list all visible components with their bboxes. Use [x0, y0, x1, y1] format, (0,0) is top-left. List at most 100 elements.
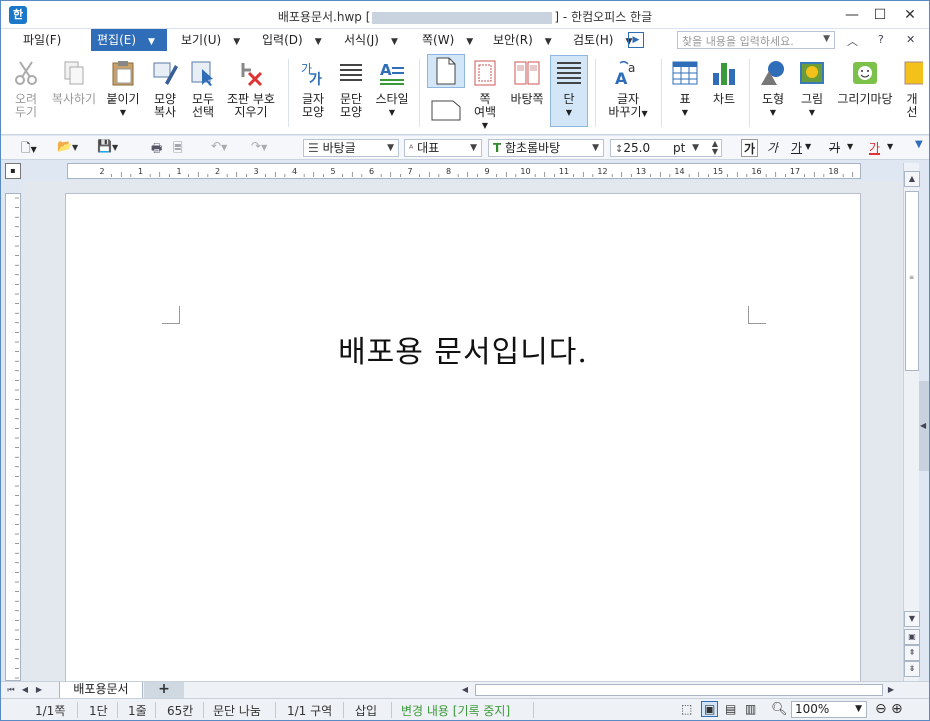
print-icon[interactable]: 🖶 [151, 139, 162, 157]
chart-button[interactable]: 차트 [707, 59, 741, 106]
status-page[interactable]: 1/1쪽 [35, 702, 65, 719]
add-tab-button[interactable]: + [144, 682, 184, 698]
status-track-changes[interactable]: 변경 내용 [기록 중지] [401, 702, 510, 719]
first-tab-icon[interactable]: ⏮ [5, 683, 17, 697]
bold-button[interactable]: 가 [741, 139, 759, 157]
picture-button[interactable]: 그림 ▼ [795, 59, 829, 119]
strike-button[interactable]: 가 [829, 139, 840, 157]
toolbar-more-icon[interactable]: ▼ [915, 139, 923, 157]
status-section[interactable]: 1/1 구역 [287, 702, 332, 719]
hscroll-thumb[interactable] [475, 684, 883, 696]
status-insert-mode[interactable]: 삽입 [355, 702, 377, 719]
cut-button[interactable]: 오려 두기 [9, 59, 43, 119]
char-shape-button[interactable]: 가가 글자 모양 [297, 59, 329, 119]
document-page[interactable]: 배포용 문서입니다. [65, 193, 861, 681]
chevron-down-icon[interactable]: ▼ [847, 142, 853, 160]
save-icon[interactable]: 💾▼ [97, 139, 118, 157]
format-copy-button[interactable]: 모양 복사 [147, 59, 183, 119]
tab-document[interactable]: 배포용문서 [59, 682, 143, 699]
view-normal-icon[interactable]: ⬚ [681, 702, 692, 716]
document-canvas[interactable]: 배포용 문서입니다. [23, 181, 903, 681]
new-doc-icon[interactable]: 🗋▼ [21, 139, 37, 157]
page-orientation-portrait-button[interactable] [427, 54, 465, 88]
zoom-out-icon[interactable]: ⊖ [875, 701, 887, 717]
next-tab-icon[interactable]: ▶ [33, 683, 45, 697]
copy-button[interactable]: 복사하기 [49, 59, 99, 106]
italic-button[interactable]: 가 [767, 139, 778, 157]
side-panel-handle[interactable]: ◀ [919, 381, 929, 471]
object-icon [904, 61, 923, 85]
search-input[interactable]: 찾을 내용을 입력하세요. ▼ [677, 31, 835, 49]
vertical-ruler[interactable] [5, 193, 21, 681]
drawing-market-button[interactable]: 그리기마당 [835, 59, 895, 106]
menu-insert[interactable]: 입력(D) ▼ [262, 29, 322, 51]
language-select[interactable]: ᴬ 대표 ▼ [404, 139, 482, 157]
vertical-scrollbar[interactable]: ▲ ≡ ▼ ▣ ⇞ ⇟ [903, 163, 920, 681]
ribbon-divider [419, 59, 420, 127]
underline-button[interactable]: 가 [791, 139, 802, 157]
clear-symbols-button[interactable]: 조판 부호 지우기 [223, 59, 279, 119]
para-shape-button[interactable]: 문단 모양 [334, 59, 368, 119]
scroll-right-icon[interactable]: ▶ [885, 683, 897, 697]
ruler-tick-label: 8 [446, 167, 451, 176]
table-button[interactable]: 표 ▼ [669, 59, 701, 119]
horizontal-ruler[interactable]: 2 1 1 2 3 4 5 6 7 8 9 10 11 12 13 14 15 16 17 18 [67, 163, 863, 179]
maximize-button[interactable]: ☐ [869, 5, 891, 25]
help-icon[interactable]: ? [878, 33, 884, 46]
document-text[interactable]: 배포용 문서입니다. [66, 327, 860, 371]
column-button[interactable]: 단 ▼ [550, 55, 588, 127]
chevron-down-icon: ▼ [387, 143, 394, 153]
chevron-down-icon[interactable]: ▼ [887, 142, 893, 160]
shape-button[interactable]: 도형 ▼ [757, 59, 789, 119]
font-size-input[interactable]: ↕25.0 pt ▼ ▲ ▼ [610, 139, 722, 157]
more-menu-icon[interactable]: ▶ [628, 32, 644, 48]
view-web-icon[interactable]: ▥ [745, 702, 756, 716]
change-chars-button[interactable]: Aa 글자 바꾸기▼ [605, 59, 651, 120]
menu-edit[interactable]: 편집(E) ▼ [91, 29, 167, 51]
ruler-corner-button[interactable]: ▪ [5, 163, 21, 179]
font-color-button[interactable]: 가 [869, 139, 881, 155]
scrollbar-thumb[interactable]: ≡ [905, 191, 919, 371]
redo-icon[interactable]: ↷▼ [251, 139, 267, 157]
minimize-button[interactable]: — [841, 5, 863, 25]
view-page-icon[interactable]: ▣ [701, 701, 719, 717]
font-select[interactable]: T 함초롬바탕 ▼ [488, 139, 604, 157]
menu-review[interactable]: 검토(H) ▼ [573, 29, 632, 51]
ruler-tick-label: 11 [559, 167, 569, 176]
prev-page-icon[interactable]: ⇞ [904, 645, 920, 661]
open-folder-icon[interactable]: 📂▼ [57, 139, 78, 157]
menu-file[interactable]: 파일(F) [23, 29, 61, 51]
object-button[interactable]: 개 선 [901, 59, 923, 119]
collapse-ribbon-icon[interactable]: ︿ [847, 33, 858, 49]
view-outline-icon[interactable]: ▤ [725, 702, 736, 716]
paste-button[interactable]: 붙이기 ▼ [104, 59, 142, 119]
zoom-icon[interactable]: 🔍︎ [771, 702, 788, 717]
page-orientation-landscape-button[interactable] [427, 97, 465, 124]
close-doc-icon[interactable]: ✕ [906, 33, 915, 46]
scroll-left-icon[interactable]: ◀ [459, 683, 471, 697]
close-button[interactable]: ✕ [899, 5, 921, 25]
style-select[interactable]: ☰ 바탕글 ▼ [303, 139, 399, 157]
style-button[interactable]: A 스타일 ▼ [373, 59, 411, 119]
portrait-page-icon [436, 57, 456, 85]
zoom-in-icon[interactable]: ⊕ [891, 701, 903, 717]
prev-tab-icon[interactable]: ◀ [19, 683, 31, 697]
scroll-down-icon[interactable]: ▼ [904, 611, 920, 627]
scroll-up-icon[interactable]: ▲ [904, 171, 920, 187]
preview-icon[interactable]: 🗏 [173, 139, 183, 157]
status-divider [117, 702, 118, 718]
undo-icon[interactable]: ↶▼ [211, 139, 227, 157]
select-all-button[interactable]: 모두 선택 [186, 59, 220, 119]
next-page-icon[interactable]: ⇟ [904, 661, 920, 677]
chevron-down-icon[interactable]: ▼ [805, 142, 811, 160]
zoom-select[interactable]: 100% ▼ [791, 701, 867, 718]
menu-security[interactable]: 보안(R) ▼ [493, 29, 552, 51]
menu-view[interactable]: 보기(U) ▼ [181, 29, 240, 51]
horizontal-scrollbar[interactable]: ◀ ▶ [185, 683, 901, 697]
menu-page[interactable]: 쪽(W) ▼ [422, 29, 473, 51]
master-page-button[interactable]: 바탕쪽 [507, 59, 547, 106]
menu-format[interactable]: 서식(J) ▼ [344, 29, 398, 51]
split-view-icon[interactable]: ▣ [904, 629, 920, 645]
clear-marks-icon [241, 63, 263, 87]
page-margin-button[interactable]: 쪽 여백 ▼ [469, 59, 501, 132]
